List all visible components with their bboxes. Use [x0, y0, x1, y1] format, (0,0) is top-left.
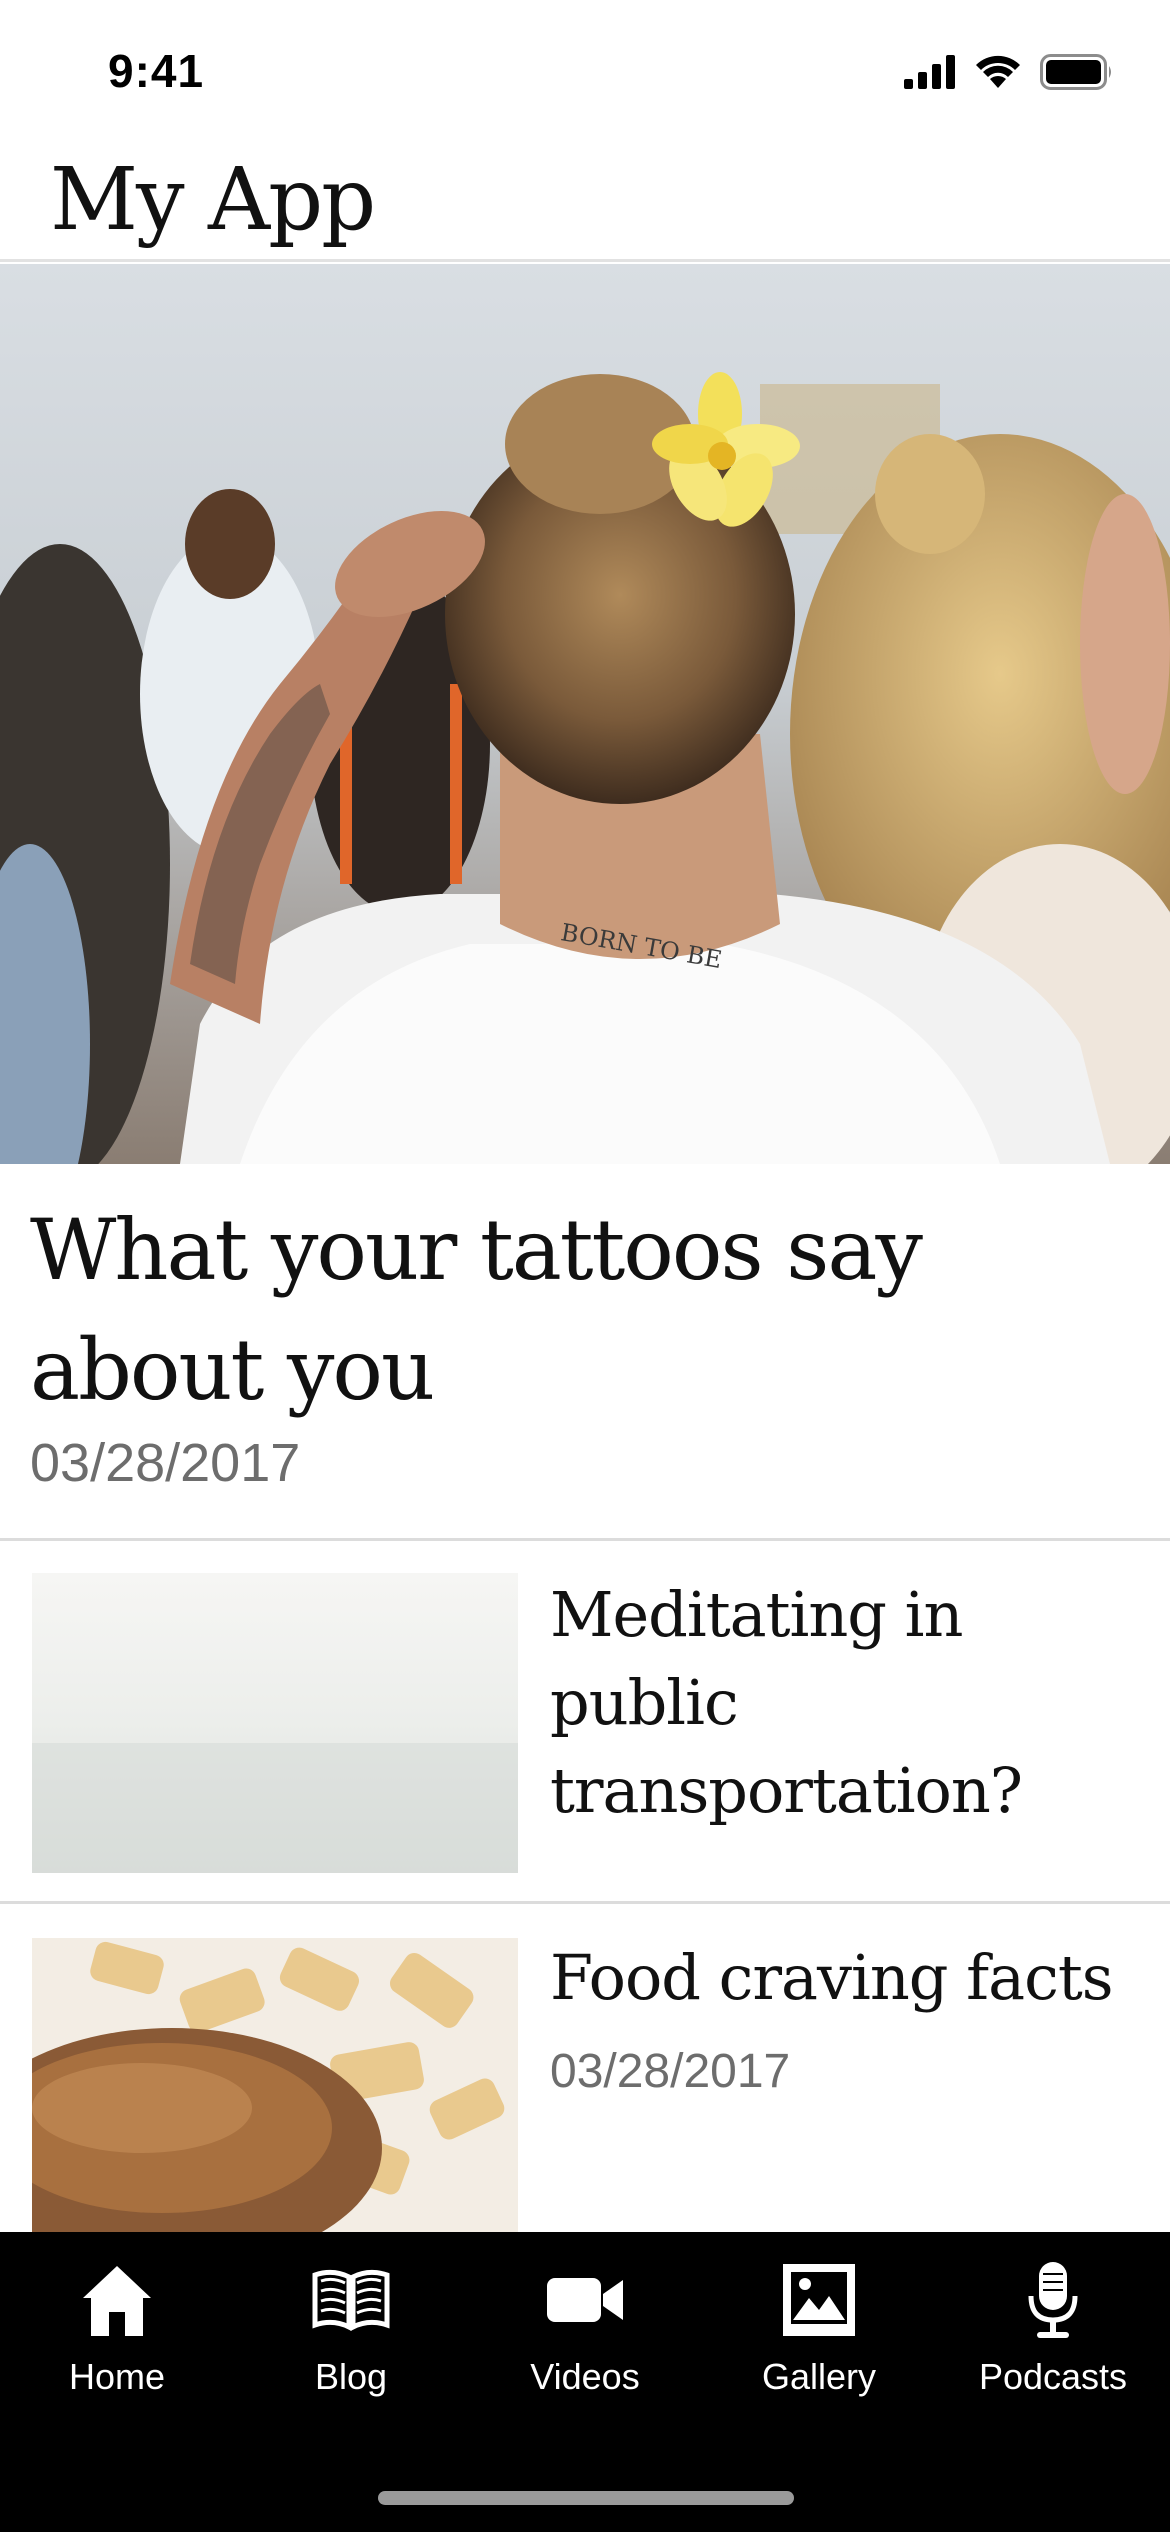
app-header: My App: [0, 140, 1170, 262]
article-thumbnail: [32, 1938, 518, 2238]
hero-article-title[interactable]: What your tattoos say about you: [30, 1190, 1110, 1430]
article-title[interactable]: Food craving facts: [550, 1934, 1150, 2022]
tab-podcasts[interactable]: Podcasts: [936, 2260, 1170, 2410]
hero-article-date: 03/28/2017: [30, 1433, 301, 1493]
cellular-signal-icon: [904, 55, 955, 89]
tab-label: Blog: [314, 2356, 388, 2397]
tab-label: Home: [68, 2356, 166, 2397]
status-bar: 9:41: [0, 0, 1170, 140]
battery-icon: [1040, 54, 1111, 90]
wifi-icon: [976, 55, 1020, 88]
image-icon: [781, 2260, 857, 2340]
status-icons: [904, 52, 1114, 92]
microphone-icon: [1025, 2260, 1081, 2340]
tab-label: Podcasts: [978, 2356, 1128, 2397]
tab-gallery[interactable]: Gallery: [702, 2260, 936, 2410]
home-icon: [79, 2260, 155, 2340]
list-item[interactable]: Meditating in public transportation?: [0, 1541, 1170, 1901]
book-icon: [311, 2260, 391, 2340]
status-time: 9:41: [108, 45, 205, 97]
article-thumbnail: [32, 1573, 518, 1873]
app-title: My App: [50, 150, 376, 250]
list-item[interactable]: Food craving facts 03/28/2017: [0, 1904, 1170, 2238]
article-title[interactable]: Meditating in public transportation?: [550, 1571, 1150, 1835]
tab-label: Videos: [530, 2356, 640, 2397]
article-date: 03/28/2017: [550, 2045, 791, 2098]
tab-home[interactable]: Home: [0, 2260, 234, 2410]
video-camera-icon: [545, 2260, 625, 2340]
tab-label: Gallery: [761, 2356, 877, 2397]
tab-blog[interactable]: Blog: [234, 2260, 468, 2410]
tab-videos[interactable]: Videos: [468, 2260, 702, 2410]
tab-bar: Home Blog Videos Gallery Podcasts: [0, 2232, 1170, 2532]
hero-image[interactable]: BORN TO BE: [0, 264, 1170, 1164]
home-indicator[interactable]: [378, 2491, 794, 2505]
